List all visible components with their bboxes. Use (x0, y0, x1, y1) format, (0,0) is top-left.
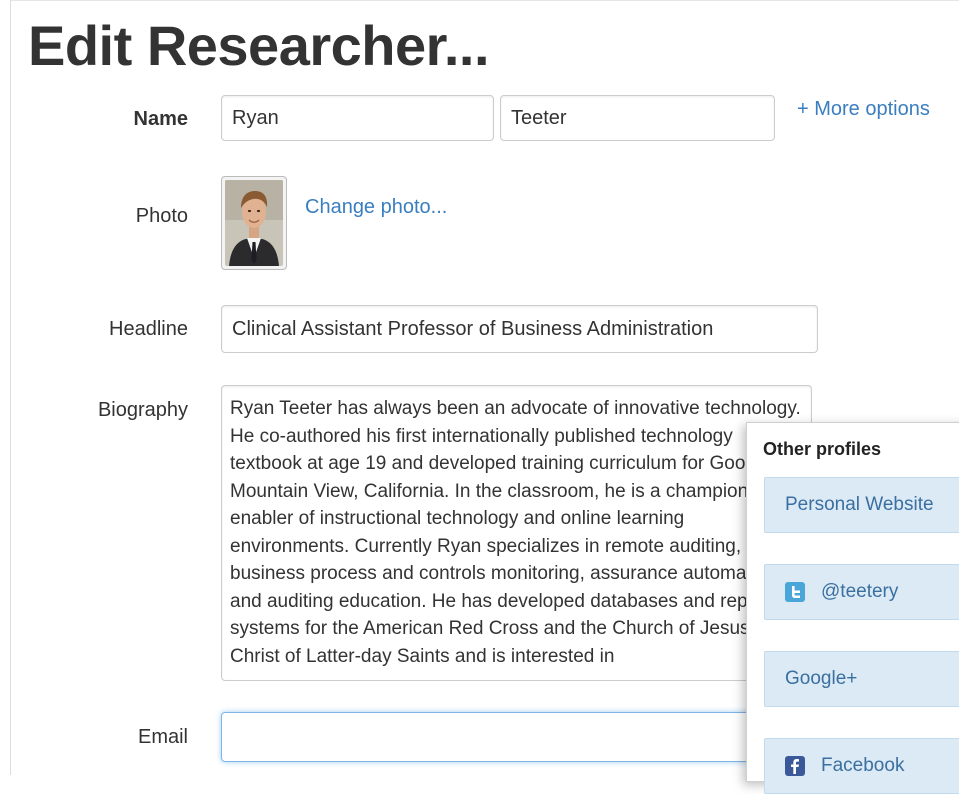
last-name-input[interactable]: Teeter (500, 95, 775, 141)
other-profiles-title: Other profiles (763, 439, 882, 459)
biography-label: Biography (97, 399, 188, 421)
profile-google-plus[interactable]: Google+ (764, 651, 959, 707)
profile-photo (221, 176, 287, 270)
biography-text: Ryan Teeter has always been an advocate … (230, 398, 801, 667)
last-name-value: Teeter (511, 106, 567, 129)
profile-twitter[interactable]: @teetery (764, 564, 959, 620)
headline-label: Headline (109, 318, 188, 340)
page-title: Edit Researcher... (28, 14, 490, 77)
twitter-icon (785, 582, 805, 602)
profile-facebook[interactable]: Facebook (764, 738, 959, 794)
headline-input[interactable]: Clinical Assistant Professor of Business… (221, 305, 818, 353)
profile-facebook-label: Facebook (821, 755, 905, 776)
change-photo-link[interactable]: Change photo... (305, 196, 447, 219)
profile-twitter-label: @teetery (821, 581, 899, 602)
email-label: Email (137, 726, 188, 748)
profile-google-plus-label: Google+ (785, 668, 858, 689)
other-profiles-popover: Other profiles Personal Website @teetery… (746, 422, 959, 794)
more-options-link[interactable]: + More options (797, 98, 930, 121)
biography-textarea[interactable]: Ryan Teeter has always been an advocate … (221, 385, 812, 681)
facebook-icon (785, 756, 805, 776)
email-input[interactable] (221, 712, 812, 762)
photo-label: Photo (135, 205, 188, 227)
profile-personal-website-label: Personal Website (785, 494, 934, 515)
headline-value: Clinical Assistant Professor of Business… (232, 317, 714, 340)
avatar-image (225, 180, 283, 266)
profile-personal-website[interactable]: Personal Website (764, 477, 959, 533)
first-name-input[interactable]: Ryan (221, 95, 494, 141)
first-name-value: Ryan (232, 106, 279, 129)
name-label: Name (133, 108, 188, 130)
